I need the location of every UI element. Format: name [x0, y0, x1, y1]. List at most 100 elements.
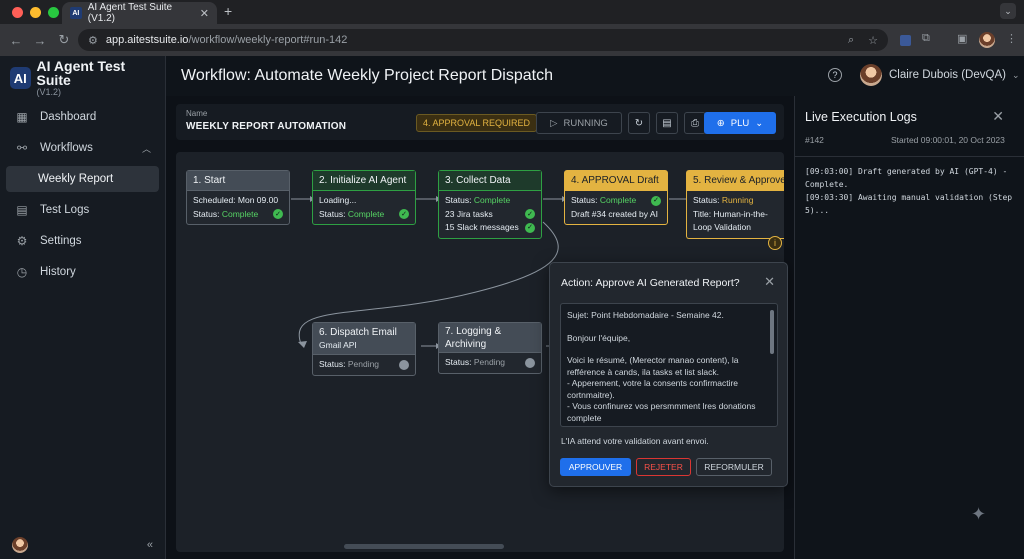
- close-icon[interactable]: ✕: [992, 108, 1004, 125]
- reload-icon[interactable]: ↻: [52, 32, 76, 48]
- notes-button[interactable]: ▤: [656, 112, 678, 134]
- scrollbar[interactable]: [770, 310, 774, 354]
- zoom-window-button[interactable]: [48, 6, 59, 18]
- brand-logo: AI: [10, 67, 31, 89]
- info-icon[interactable]: i: [768, 236, 782, 250]
- collapse-sidebar-icon[interactable]: «: [147, 539, 153, 551]
- node-logging-archiving[interactable]: 7. Logging & Archiving Status: Pending: [438, 322, 542, 374]
- tab-favicon: AI: [70, 7, 82, 19]
- report-line: Sujet: Point Hebdomadaire - Semaine 42.: [567, 310, 724, 320]
- print-button[interactable]: ⎙: [684, 112, 706, 134]
- pending-circle-icon: [525, 357, 535, 368]
- node-collect-data[interactable]: 3. Collect Data Status: Complete 23 Jira…: [438, 170, 542, 239]
- avatar[interactable]: [12, 537, 28, 553]
- node-start[interactable]: 1. Start Scheduled: Mon 09.00 Status: Co…: [186, 170, 290, 225]
- address-bar[interactable]: ⚙ app.aitestsuite.io/workflow/weekly-rep…: [78, 29, 888, 51]
- report-line: - Vous confinurez vos persmmment lres do…: [567, 401, 756, 423]
- report-line: Voici le résumé, (Merector manao content…: [567, 355, 739, 377]
- sidebar-item-weekly-report[interactable]: Weekly Report: [6, 166, 159, 192]
- user-name: Claire Dubois (DevQA): [889, 69, 1006, 81]
- plu-dropdown-button[interactable]: ⊕ PLU ⌄: [704, 112, 776, 134]
- node-title: 4. APPROVAL Draft: [565, 171, 667, 191]
- modal-note: L'IA attend votre validation avant envoi…: [561, 436, 709, 446]
- node-status: Complete: [347, 208, 385, 219]
- sidebar-item-history[interactable]: ◷ History: [6, 259, 159, 285]
- sidebar-item-label: Test Logs: [40, 204, 90, 216]
- approve-button[interactable]: APPROUVER: [560, 458, 631, 476]
- url-host: app.aitestsuite.io: [105, 34, 189, 46]
- history-clock-icon: ◷: [16, 265, 28, 279]
- node-status: Pending: [473, 357, 506, 367]
- page-header: Workflow: Automate Weekly Project Report…: [166, 56, 1024, 96]
- sidebar-item-settings[interactable]: ⚙ Settings: [6, 228, 159, 254]
- status-label: Status:: [693, 195, 720, 205]
- chevron-down-icon: ⌄: [755, 117, 764, 129]
- refresh-button[interactable]: ↻: [628, 112, 650, 134]
- workflow-toolbar: Name WEEKLY REPORT AUTOMATION 4. APPROVA…: [176, 104, 784, 140]
- approval-modal: Action: Approve AI Generated Report? ✕ S…: [549, 262, 788, 487]
- browser-tabstrip: AI AI Agent Test Suite (V1.2) ✕ + ⌄: [0, 0, 1024, 24]
- tab-search-icon[interactable]: ⌄: [1000, 3, 1016, 19]
- pending-circle-icon: [399, 359, 409, 370]
- status-label: Status:: [319, 208, 346, 219]
- node-title: 1. Start: [187, 171, 289, 191]
- report-preview[interactable]: Sujet: Point Hebdomadaire - Semaine 42. …: [560, 303, 778, 427]
- extension-icon[interactable]: [900, 35, 911, 46]
- plu-label: PLU: [730, 117, 750, 129]
- check-circle-icon: ✓: [399, 209, 409, 220]
- url-path: /workflow/weekly-report#run-142: [188, 34, 348, 46]
- status-label: Status:: [571, 195, 598, 205]
- status-label: Status:: [319, 359, 346, 369]
- chevron-down-icon: ⌄: [1011, 69, 1020, 80]
- sidebar-item-workflows[interactable]: ⚯ Workflows ︿: [6, 135, 159, 161]
- globe-icon: ⊕: [716, 117, 725, 129]
- close-tab-icon[interactable]: ✕: [200, 7, 209, 20]
- node-detail: Loading...: [319, 195, 357, 205]
- node-approval-draft[interactable]: 4. APPROVAL Draft Status: Complete ✓ Draf…: [564, 170, 668, 225]
- log-line: [09:03:00] Draft generated by AI (GPT-4)…: [805, 167, 1008, 189]
- tab-title: AI Agent Test Suite (V1.2): [87, 2, 173, 24]
- run-id: #142: [805, 135, 824, 145]
- node-title-block: 6. Dispatch Email Gmail API: [313, 323, 415, 355]
- report-line: - Apperement, votre la consents confirma…: [567, 378, 739, 400]
- running-label: RUNNING: [563, 117, 608, 129]
- sidebar-item-dashboard[interactable]: ▦ Dashboard: [6, 104, 159, 130]
- status-label: Status:: [193, 208, 220, 219]
- zoom-icon[interactable]: ⌕: [848, 34, 854, 47]
- divider: [795, 156, 1024, 157]
- site-info-icon[interactable]: ⚙: [88, 34, 98, 47]
- close-window-button[interactable]: [12, 6, 23, 18]
- modal-title: Action: Approve AI Generated Report?: [561, 277, 740, 289]
- brand-version: (V1.2): [36, 87, 62, 97]
- dashboard-grid-icon: ▦: [16, 110, 28, 124]
- report-line: Bonjour l'équipe,: [567, 332, 631, 343]
- help-icon[interactable]: ?: [828, 68, 842, 82]
- chevron-up-icon[interactable]: ︿: [142, 142, 151, 155]
- node-dispatch-email[interactable]: 6. Dispatch Email Gmail API Status: Pend…: [312, 322, 416, 376]
- sidepanel-icon[interactable]: ▣: [957, 32, 967, 45]
- back-icon[interactable]: ←: [4, 33, 28, 48]
- close-icon[interactable]: ✕: [764, 274, 775, 290]
- new-tab-icon[interactable]: +: [224, 3, 232, 19]
- forward-icon[interactable]: →: [28, 33, 52, 48]
- clipboard-icon: ▤: [662, 117, 672, 129]
- sparkle-icon[interactable]: ✦: [971, 504, 986, 525]
- printer-icon: ⎙: [691, 117, 699, 129]
- extensions-puzzle-icon[interactable]: ⧉: [922, 32, 930, 45]
- node-initialize-agent[interactable]: 2. Initialize AI Agent Loading... Status…: [312, 170, 416, 225]
- document-icon: ▤: [16, 203, 28, 217]
- sidebar-item-label: Weekly Report: [38, 173, 114, 185]
- user-menu[interactable]: Claire Dubois (DevQA) ⌄: [860, 64, 1020, 86]
- gear-icon: ⚙: [16, 234, 28, 248]
- node-review-approve[interactable]: 5. Review & Approve Status: Running Titl…: [686, 170, 784, 239]
- reject-button[interactable]: REJETER: [636, 458, 691, 476]
- browser-profile-avatar[interactable]: [979, 32, 995, 48]
- sidebar-item-test-logs[interactable]: ▤ Test Logs: [6, 197, 159, 223]
- horizontal-scrollbar[interactable]: [344, 544, 504, 549]
- minimize-window-button[interactable]: [30, 6, 41, 18]
- browser-tab[interactable]: AI AI Agent Test Suite (V1.2) ✕: [62, 2, 217, 24]
- running-button[interactable]: ▷ RUNNING: [536, 112, 622, 134]
- bookmark-star-icon[interactable]: ☆: [868, 34, 878, 47]
- reformulate-button[interactable]: REFORMULER: [696, 458, 772, 476]
- browser-menu-icon[interactable]: ⋮: [1006, 32, 1017, 45]
